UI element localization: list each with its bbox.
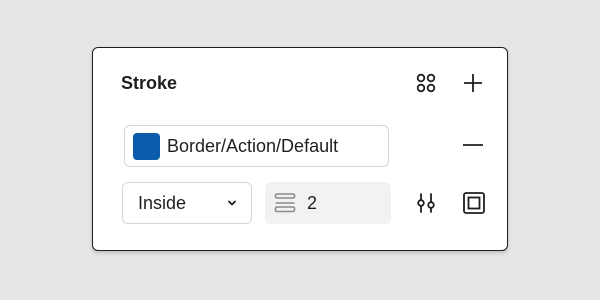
stroke-weight-icon [274,192,296,214]
stroke-panel: Stroke Border/Action/Default Inside 2 [92,47,508,251]
apply-styles-button[interactable] [412,69,440,97]
panel-title: Stroke [121,73,178,93]
frame-icon [463,192,485,214]
sliders-icon [417,193,435,213]
add-stroke-button[interactable] [459,69,487,97]
remove-stroke-button[interactable] [459,131,487,159]
stroke-color-field[interactable]: Border/Action/Default [124,125,389,167]
stroke-weight-value: 2 [307,192,318,213]
stroke-position-select[interactable]: Inside [122,182,252,224]
stroke-weight-input[interactable]: 2 [265,182,391,224]
four-dots-icon [416,73,436,93]
stroke-sides-button[interactable] [460,189,488,217]
minus-icon [463,144,483,146]
plus-icon [464,74,482,92]
color-style-name: Border/Action/Default [167,135,339,156]
chevron-down-icon [228,200,236,206]
stroke-position-value: Inside [138,192,187,213]
advanced-stroke-button[interactable] [412,189,440,217]
color-swatch[interactable] [133,132,160,160]
